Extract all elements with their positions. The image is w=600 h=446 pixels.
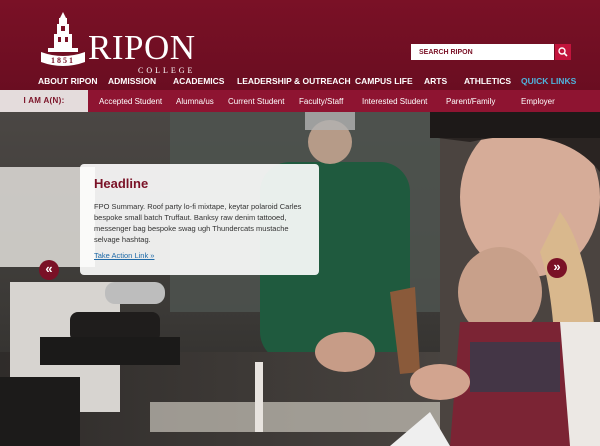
audience-interested-student[interactable]: Interested Student [362, 97, 427, 106]
chevron-right-icon: » [553, 259, 561, 274]
nav-about-ripon[interactable]: ABOUT RIPON [38, 76, 98, 86]
search-box [411, 44, 571, 60]
seal-year: 1851 [51, 56, 75, 65]
hero-summary: FPO Summary. Roof party lo-fi mixtape, k… [94, 202, 302, 244]
logo-wordmark: RIPON [88, 28, 196, 67]
carousel-prev-button[interactable]: « [39, 260, 59, 280]
search-input[interactable] [411, 44, 554, 60]
audience-alumni[interactable]: Alumna/us [176, 97, 214, 106]
nav-campus-life[interactable]: CAMPUS LIFE [355, 76, 413, 86]
hero-carousel: Headline FPO Summary. Roof party lo-fi m… [0, 112, 600, 446]
take-action-link[interactable]: Take Action Link » [94, 251, 154, 260]
nav-academics[interactable]: ACADEMICS [173, 76, 224, 86]
nav-admission[interactable]: ADMISSION [108, 76, 156, 86]
search-button[interactable] [555, 44, 571, 60]
carousel-next-button[interactable]: » [547, 258, 567, 278]
hero-caption-card: Headline FPO Summary. Roof party lo-fi m… [80, 164, 319, 275]
audience-parent-family[interactable]: Parent/Family [446, 97, 495, 106]
nav-leadership-outreach[interactable]: LEADERSHIP & OUTREACH [237, 76, 351, 86]
chevron-left-icon: « [45, 261, 53, 276]
audience-faculty-staff[interactable]: Faculty/Staff [299, 97, 343, 106]
nav-quick-links[interactable]: QUICK LINKS [521, 76, 576, 86]
nav-arts[interactable]: ARTS [424, 76, 447, 86]
audience-label: I AM A(N): [0, 90, 88, 112]
audience-employer[interactable]: Employer [521, 97, 555, 106]
nav-athletics[interactable]: ATHLETICS [464, 76, 511, 86]
ripon-logo[interactable]: 1851 RIPON COLLEGE [38, 10, 195, 75]
site-header: 1851 RIPON COLLEGE ABOUT RIPON ADMISSION… [0, 0, 600, 90]
audience-current-student[interactable]: Current Student [228, 97, 284, 106]
hero-headline: Headline [94, 176, 149, 191]
audience-accepted-student[interactable]: Accepted Student [99, 97, 162, 106]
audience-bar: I AM A(N): Accepted Student Alumna/us Cu… [0, 90, 600, 112]
hero-photo [0, 112, 600, 446]
search-icon [558, 47, 568, 57]
main-navigation: ABOUT RIPON ADMISSION ACADEMICS LEADERSH… [0, 72, 600, 90]
